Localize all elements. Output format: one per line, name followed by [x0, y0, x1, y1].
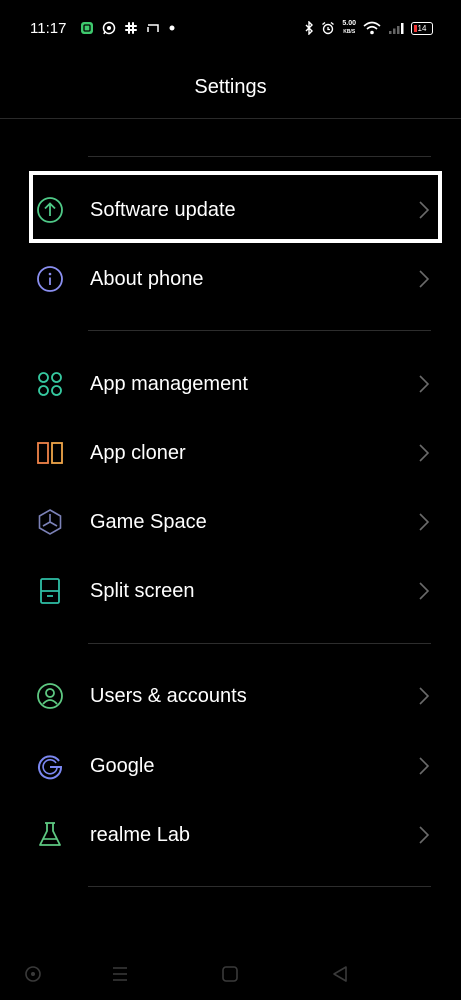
settings-item-app-cloner[interactable]: App cloner — [0, 423, 461, 483]
settings-item-about-phone[interactable]: About phone — [0, 249, 461, 309]
section-divider — [88, 330, 431, 331]
battery-icon: 14 — [411, 21, 433, 35]
slack-icon — [125, 22, 138, 34]
page-title: Settings — [194, 75, 267, 98]
split-screen-icon — [40, 578, 60, 604]
settings-item-label: App cloner — [90, 441, 186, 464]
bluetooth-icon — [305, 21, 314, 35]
chevron-right-icon — [419, 375, 430, 393]
menu-button[interactable] — [108, 962, 132, 986]
alarm-icon — [322, 21, 335, 35]
battery-level: 14 — [417, 23, 427, 33]
settings-item-split-screen[interactable]: Split screen — [0, 561, 461, 621]
back-button[interactable] — [328, 962, 352, 986]
settings-item-label: About phone — [90, 267, 204, 290]
dot-icon — [169, 25, 175, 31]
chevron-right-icon — [419, 582, 430, 600]
settings-item-label: Users & accounts — [90, 684, 247, 707]
cast-icon — [147, 24, 160, 32]
apps-grid-icon — [38, 372, 62, 396]
chevron-right-icon — [419, 270, 430, 288]
speed-unit: KB/S — [343, 29, 356, 35]
settings-item-users-accounts[interactable]: Users & accounts — [0, 666, 461, 726]
settings-item-game-space[interactable]: Game Space — [0, 492, 461, 552]
whatsapp-icon — [103, 21, 116, 35]
status-time: 11:17 — [30, 19, 67, 37]
app-icon — [81, 22, 94, 34]
network-speed: 5.00 KB/S — [342, 20, 356, 36]
game-space-icon — [38, 509, 62, 535]
app-bar: Settings — [0, 56, 461, 119]
section-divider — [88, 886, 431, 887]
settings-item-app-management[interactable]: App management — [0, 354, 461, 414]
navigation-bar — [0, 950, 461, 1000]
settings-item-label: Game Space — [90, 510, 207, 533]
info-circle-icon — [37, 266, 63, 292]
settings-item-label: Split screen — [90, 579, 195, 602]
chevron-right-icon — [419, 757, 430, 775]
section-divider — [88, 643, 431, 644]
settings-item-label: Google — [90, 754, 155, 777]
google-icon — [38, 755, 63, 780]
settings-item-google[interactable]: Google — [0, 736, 461, 796]
user-circle-icon — [37, 683, 63, 709]
highlight-box — [29, 171, 442, 243]
chevron-right-icon — [419, 444, 430, 462]
assistant-button[interactable] — [21, 962, 45, 986]
settings-item-realme-lab[interactable]: realme Lab — [0, 805, 461, 865]
wifi-icon — [363, 21, 381, 35]
settings-item-label: realme Lab — [90, 823, 191, 846]
signal-icon — [389, 23, 404, 34]
section-divider — [88, 156, 431, 157]
clone-icon — [37, 442, 63, 464]
status-bar: 11:17 5.00 KB/S 14 — [0, 0, 461, 56]
chevron-right-icon — [419, 826, 430, 844]
home-button[interactable] — [218, 962, 242, 986]
chevron-right-icon — [419, 687, 430, 705]
speed-value: 5.00 — [342, 20, 356, 27]
status-left: 11:17 — [30, 20, 176, 37]
chevron-right-icon — [419, 513, 430, 531]
flask-icon — [39, 822, 61, 846]
settings-item-label: App management — [90, 372, 248, 395]
status-right: 5.00 KB/S 14 — [304, 20, 433, 36]
